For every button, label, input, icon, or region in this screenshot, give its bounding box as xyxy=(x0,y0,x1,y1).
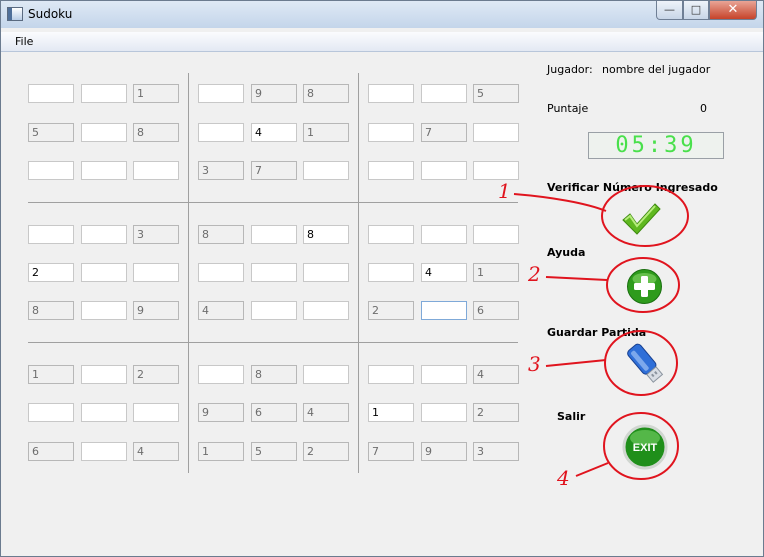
annotation-circle xyxy=(601,185,689,247)
annotation-number: 4 xyxy=(556,466,570,490)
annotation-number: 1 xyxy=(498,179,511,203)
annotation-number: 2 xyxy=(527,262,541,286)
annotation-arrow xyxy=(545,276,608,281)
annotation-number: 3 xyxy=(528,352,541,376)
annotation-circle xyxy=(604,330,678,396)
sudoku-window: Sudoku — □ ✕ File 1985584173738824189426… xyxy=(0,0,764,557)
annotation-arrow xyxy=(575,462,609,477)
annotation-overlay: 1 2 3 4 xyxy=(498,179,689,490)
annotation-circle xyxy=(603,412,679,480)
annotation-arrow xyxy=(513,193,607,212)
annotation-arrow xyxy=(545,359,607,367)
annotation-circle xyxy=(606,257,680,313)
